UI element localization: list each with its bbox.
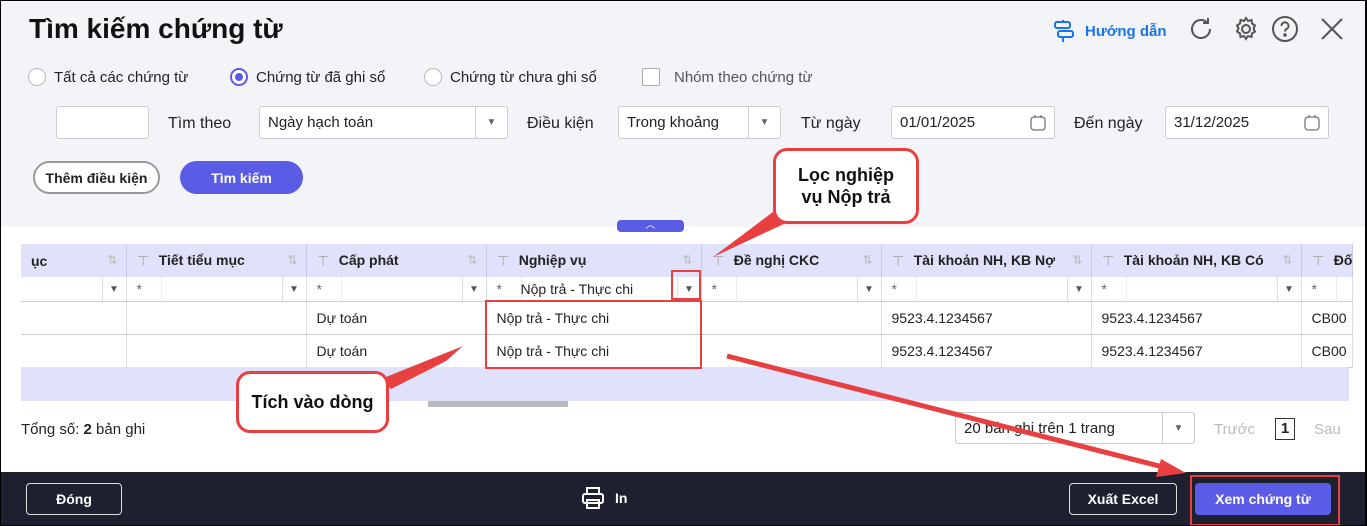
annotation-arrows — [381, 206, 1186, 477]
annotation-row-callout: Tích vào dòng — [236, 371, 389, 433]
search-document-dialog: Tìm kiếm chứng từ Hướng dẫn Tất cả các c… — [1, 1, 1365, 525]
annotation-filter-callout: Lọc nghiệp vụ Nộp trả — [773, 148, 919, 224]
